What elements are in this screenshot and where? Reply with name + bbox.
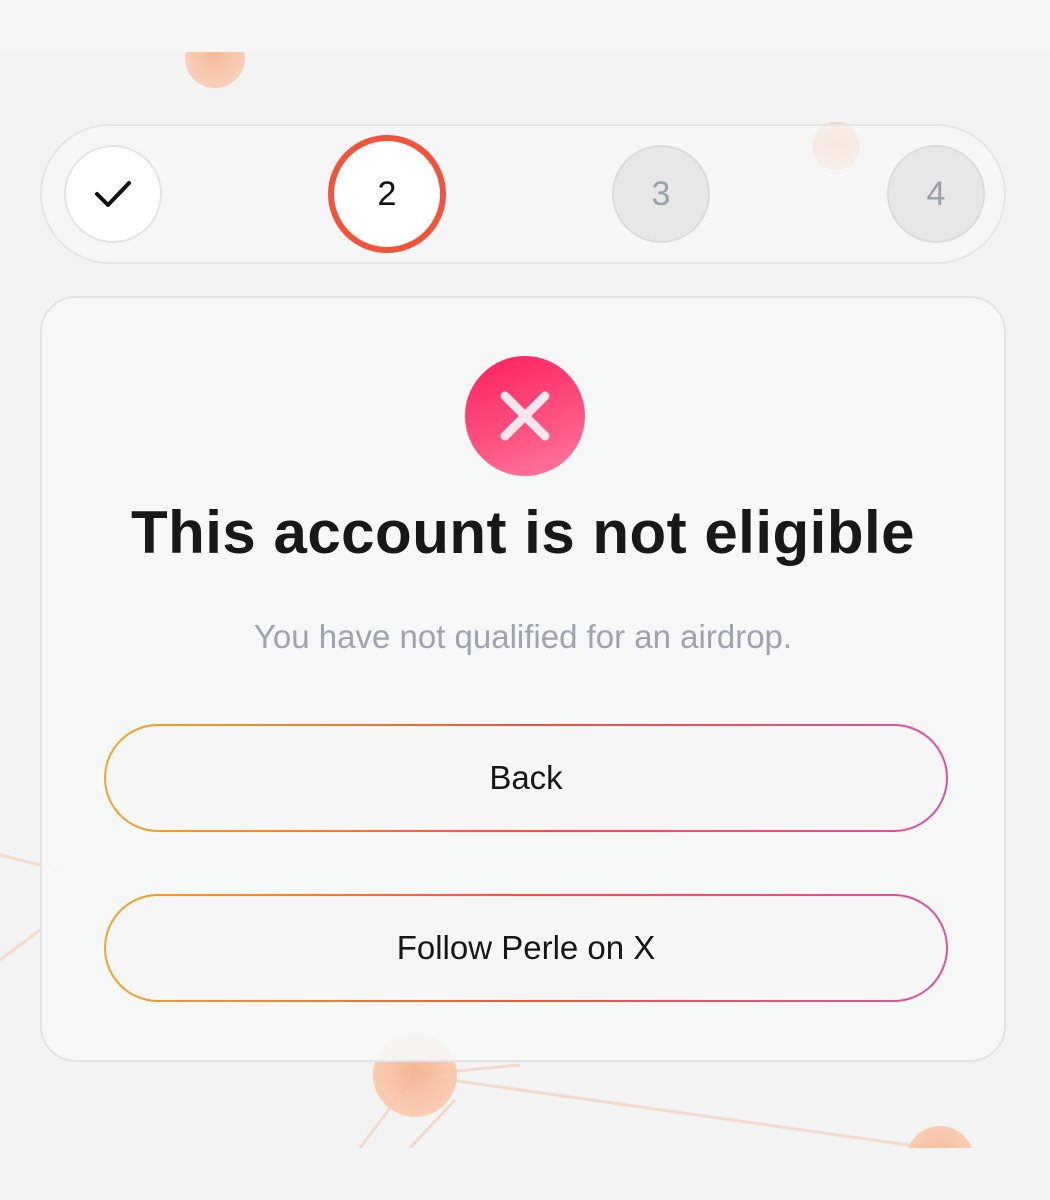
step-2-label: 2 xyxy=(377,174,397,213)
error-status-badge xyxy=(465,356,585,476)
follow-perle-button[interactable]: Follow Perle on X xyxy=(104,894,948,1002)
step-3-label: 3 xyxy=(651,174,671,213)
step-1-completed xyxy=(64,145,162,243)
step-2-current: 2 xyxy=(328,135,446,253)
result-card: This account is not eligible You have no… xyxy=(40,296,1006,1062)
top-header-band xyxy=(0,0,1050,52)
back-button-label: Back xyxy=(489,759,563,796)
follow-perle-button-label: Follow Perle on X xyxy=(396,929,656,966)
progress-stepper: 2 3 4 xyxy=(40,124,1006,264)
step-3-upcoming: 3 xyxy=(612,145,710,243)
checkmark-icon xyxy=(95,181,131,207)
step-4-label: 4 xyxy=(926,174,946,213)
card-title: This account is not eligible xyxy=(130,499,916,566)
card-subtitle: You have not qualified for an airdrop. xyxy=(253,618,793,655)
bottom-footer-band xyxy=(0,1148,1050,1200)
back-button[interactable]: Back xyxy=(104,724,948,832)
eligibility-page: 2 3 4 This account is not eligible You h… xyxy=(0,0,1050,1200)
step-4-upcoming: 4 xyxy=(887,145,985,243)
close-x-icon xyxy=(500,391,550,441)
